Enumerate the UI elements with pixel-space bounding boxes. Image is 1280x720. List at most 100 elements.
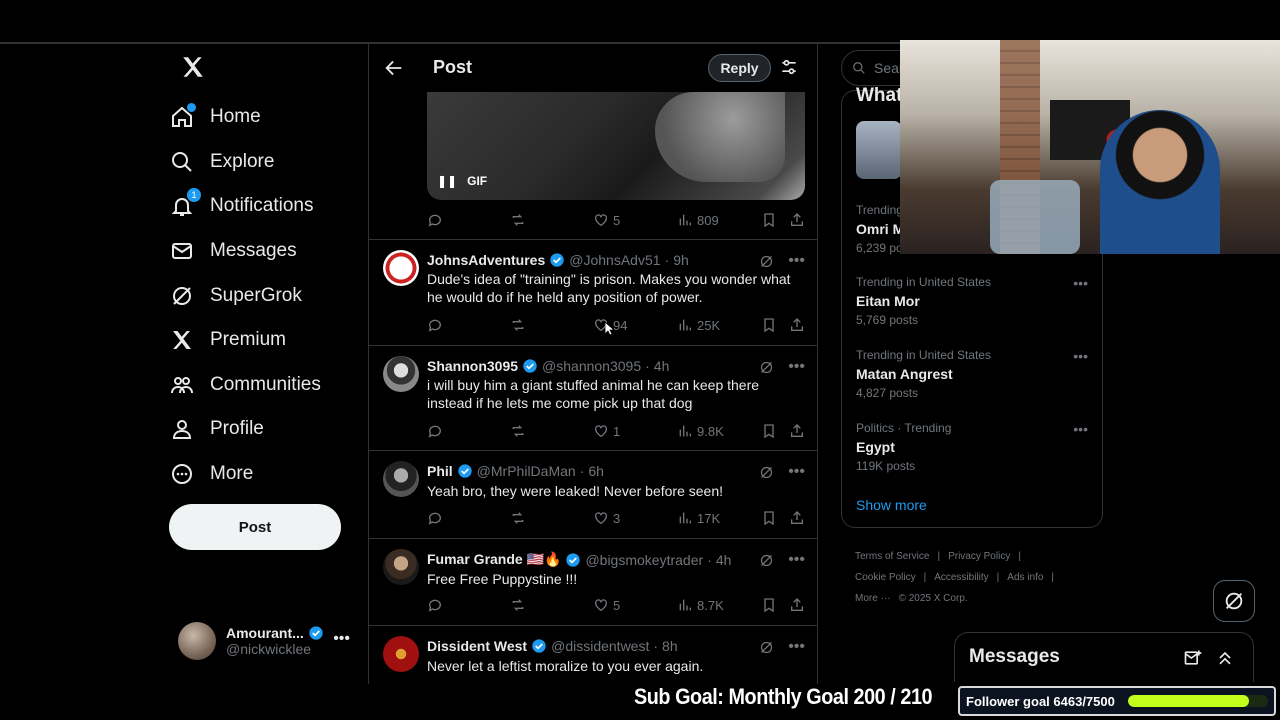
privacy-link[interactable]: Privacy Policy <box>948 551 1010 562</box>
show-more-link[interactable]: Show more <box>856 497 927 513</box>
trend-item[interactable]: Politics · Trending Egypt 119K posts ••• <box>856 421 1096 473</box>
tweet-author-name[interactable]: Phil <box>427 463 453 479</box>
like-button[interactable]: 5 <box>593 597 620 613</box>
sidebar-item-more[interactable]: More <box>168 454 253 494</box>
tweet-author-handle[interactable]: @JohnsAdv51 <box>569 252 660 268</box>
tweet-author-handle[interactable]: @bigsmokeytrader <box>585 552 703 568</box>
tweet-author-handle[interactable]: @shannon3095 <box>542 358 641 374</box>
cookie-link[interactable]: Cookie Policy <box>855 572 916 583</box>
tweet-author-name[interactable]: Fumar Grande 🇺🇸🔥 <box>427 551 561 568</box>
reply-icon[interactable] <box>427 317 443 333</box>
more-icon[interactable]: ••• <box>1073 421 1088 437</box>
grok-icon[interactable] <box>759 254 774 269</box>
trend-item[interactable]: Trending in United States Matan Angrest … <box>856 348 1096 400</box>
avatar[interactable] <box>383 250 419 286</box>
share-icon[interactable] <box>789 597 805 613</box>
more-icon[interactable]: ••• <box>1073 348 1088 364</box>
reply-icon[interactable] <box>427 510 443 526</box>
sidebar-item-communities[interactable]: Communities <box>168 365 321 405</box>
grok-icon[interactable] <box>759 640 774 655</box>
bookmark-icon[interactable] <box>761 212 777 228</box>
more-circle-icon <box>168 460 196 488</box>
new-message-icon[interactable] <box>1183 648 1203 668</box>
pause-icon[interactable]: ❚❚ <box>437 174 457 188</box>
back-arrow-icon[interactable] <box>383 57 405 79</box>
grok-floating-button[interactable] <box>1213 580 1255 622</box>
reply-button[interactable]: Reply <box>708 54 771 82</box>
share-icon[interactable] <box>789 317 805 333</box>
views-button[interactable]: 17K <box>677 510 720 526</box>
trend-thumbnail[interactable] <box>856 121 902 179</box>
tweet-author-name[interactable]: Dissident West <box>427 638 527 654</box>
views-button[interactable]: 8.7K <box>677 597 724 613</box>
gif-media[interactable]: ❚❚ GIF <box>427 92 805 200</box>
avatar[interactable] <box>383 461 419 497</box>
reply-icon[interactable] <box>427 212 443 228</box>
like-button[interactable]: 3 <box>593 510 620 526</box>
grok-icon[interactable] <box>759 360 774 375</box>
footer-separator: | <box>1051 572 1055 583</box>
retweet-icon[interactable] <box>510 212 526 228</box>
tweet-author-handle[interactable]: @dissidentwest <box>551 638 649 654</box>
more-icon[interactable]: ••• <box>1073 275 1088 291</box>
messages-drawer[interactable]: Messages <box>954 632 1254 682</box>
reply-icon[interactable] <box>427 597 443 613</box>
tweet-time[interactable]: 6h <box>588 463 604 479</box>
avatar[interactable] <box>383 636 419 672</box>
view-count: 25K <box>697 317 721 333</box>
retweet-icon[interactable] <box>510 317 526 333</box>
sidebar-item-premium[interactable]: Premium <box>168 320 286 360</box>
sidebar-item-profile[interactable]: Profile <box>168 409 264 449</box>
accessibility-link[interactable]: Accessibility <box>934 572 988 583</box>
more-link[interactable]: More ··· <box>855 593 891 604</box>
more-icon[interactable]: ••• <box>788 463 805 481</box>
grok-icon[interactable] <box>759 553 774 568</box>
views-button[interactable]: 809 <box>677 212 719 228</box>
share-icon[interactable] <box>789 212 805 228</box>
share-icon[interactable] <box>789 423 805 439</box>
retweet-icon[interactable] <box>510 597 526 613</box>
tweet-author-name[interactable]: Shannon3095 <box>427 358 518 374</box>
more-icon[interactable]: ••• <box>788 551 805 569</box>
post-button[interactable]: Post <box>169 504 341 550</box>
sidebar-item-home[interactable]: Home <box>168 97 261 137</box>
retweet-icon[interactable] <box>510 423 526 439</box>
tweet-time[interactable]: 8h <box>662 638 678 654</box>
more-icon[interactable]: ••• <box>788 638 805 656</box>
bookmark-icon[interactable] <box>761 423 777 439</box>
trend-item[interactable]: Trending in United States Eitan Mor 5,76… <box>856 275 1096 327</box>
reply-icon[interactable] <box>427 423 443 439</box>
tweet-time[interactable]: 4h <box>654 358 670 374</box>
tweet-actions: 3 17K <box>427 508 807 528</box>
terms-link[interactable]: Terms of Service <box>855 551 929 562</box>
more-icon[interactable]: ••• <box>788 252 805 270</box>
more-icon[interactable]: ••• <box>788 358 805 376</box>
tweet-author-name[interactable]: JohnsAdventures <box>427 252 545 268</box>
views-button[interactable]: 25K <box>677 317 720 333</box>
like-button[interactable]: 5 <box>593 212 620 228</box>
avatar[interactable] <box>383 356 419 392</box>
account-switcher[interactable]: Amourant... @nickwicklee ••• <box>178 620 358 662</box>
tweet-time[interactable]: 9h <box>673 252 689 268</box>
share-icon[interactable] <box>789 510 805 526</box>
tweet-dissident-west[interactable]: Dissident West @dissidentwest · 8h ••• N… <box>369 625 817 684</box>
bookmark-icon[interactable] <box>761 597 777 613</box>
ads-info-link[interactable]: Ads info <box>1007 572 1043 583</box>
grok-icon[interactable] <box>759 465 774 480</box>
bookmark-icon[interactable] <box>761 510 777 526</box>
sidebar-item-supergrok[interactable]: SuperGrok <box>168 276 302 316</box>
chevron-double-up-icon[interactable] <box>1215 648 1235 668</box>
tweet-author-handle[interactable]: @MrPhilDaMan <box>477 463 576 479</box>
x-logo-icon[interactable] <box>180 54 206 87</box>
sidebar-item-notifications[interactable]: 1 Notifications <box>168 186 314 226</box>
sidebar-item-messages[interactable]: Messages <box>168 231 297 271</box>
retweet-icon[interactable] <box>510 510 526 526</box>
bookmark-icon[interactable] <box>761 317 777 333</box>
more-icon[interactable]: ••• <box>333 630 350 648</box>
views-button[interactable]: 9.8K <box>677 423 724 439</box>
avatar[interactable] <box>383 549 419 585</box>
sidebar-item-explore[interactable]: Explore <box>168 142 274 182</box>
tweet-time[interactable]: 4h <box>716 552 732 568</box>
sliders-icon[interactable] <box>779 57 799 77</box>
like-button[interactable]: 1 <box>593 423 620 439</box>
